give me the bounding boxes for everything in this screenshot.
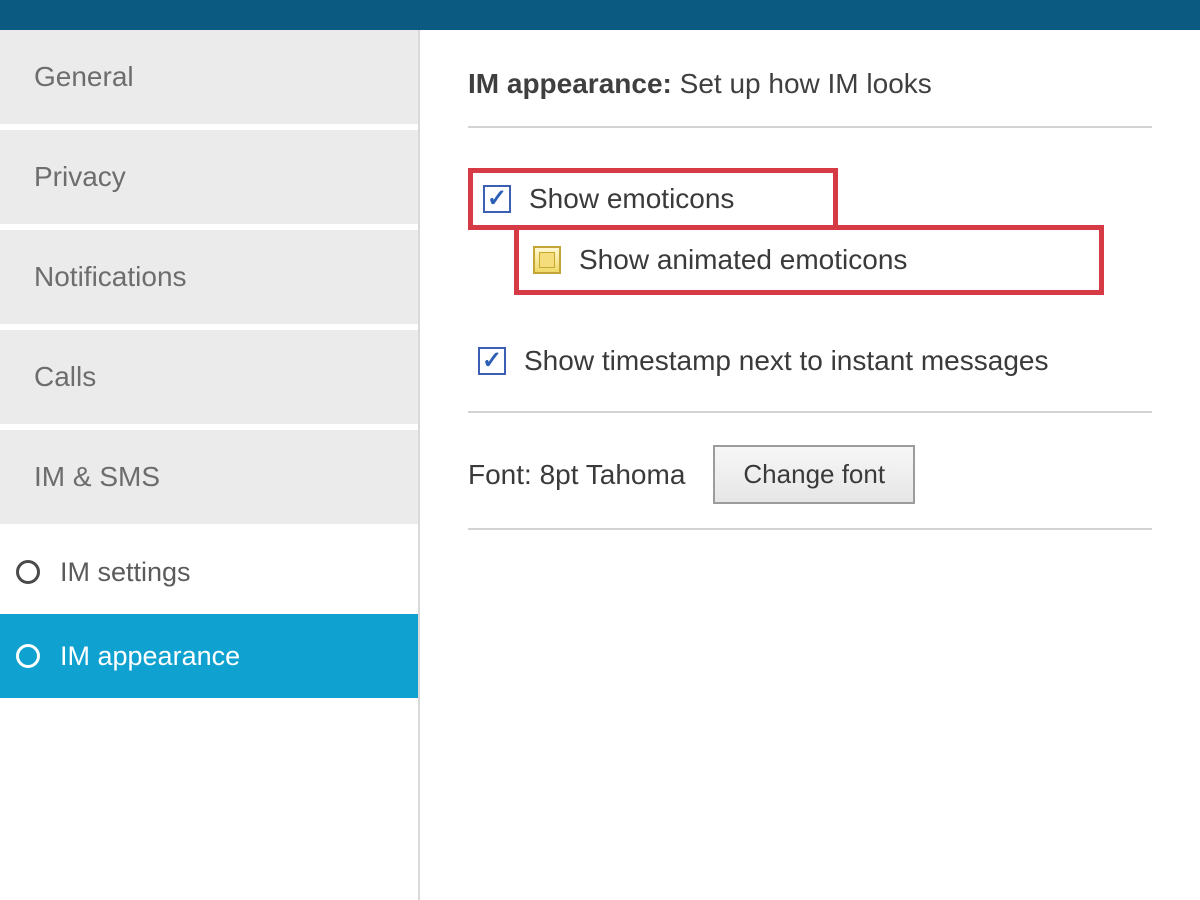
option-label: Show timestamp next to instant messages <box>524 345 1048 377</box>
settings-main-panel: IM appearance: Set up how IM looks Show … <box>420 30 1200 900</box>
option-label: Show emoticons <box>529 183 734 215</box>
font-value: 8pt Tahoma <box>540 459 686 490</box>
divider <box>468 411 1152 413</box>
sidebar-item-label: Notifications <box>34 261 187 293</box>
sidebar-subitem-im-settings[interactable]: IM settings <box>0 530 418 614</box>
option-label: Show animated emoticons <box>579 244 907 276</box>
settings-sidebar: General Privacy Notifications Calls IM &… <box>0 30 420 900</box>
font-row: Font: 8pt Tahoma Change font <box>468 437 1152 530</box>
sidebar-item-label: Privacy <box>34 161 126 193</box>
sidebar-item-im-sms[interactable]: IM & SMS <box>0 430 418 530</box>
emoticons-options: Show emoticons Show animated emoticons <box>468 162 1152 307</box>
sidebar-item-general[interactable]: General <box>0 30 418 130</box>
sidebar-subitem-label: IM settings <box>60 557 191 588</box>
circle-icon <box>16 560 40 584</box>
sidebar-item-label: General <box>34 61 134 93</box>
section-header: IM appearance: Set up how IM looks <box>468 68 1152 128</box>
checkbox-checked-icon[interactable] <box>483 185 511 213</box>
font-prefix: Font: <box>468 459 540 490</box>
sidebar-subitem-label: IM appearance <box>60 641 240 672</box>
option-show-emoticons[interactable]: Show emoticons <box>473 173 833 225</box>
highlight-show-emoticons: Show emoticons <box>468 168 838 230</box>
sidebar-item-privacy[interactable]: Privacy <box>0 130 418 230</box>
checkbox-checked-icon[interactable] <box>478 347 506 375</box>
sidebar-item-calls[interactable]: Calls <box>0 330 418 430</box>
sidebar-item-label: IM & SMS <box>34 461 160 493</box>
section-description: Set up how IM looks <box>672 68 932 99</box>
circle-icon <box>16 644 40 668</box>
section-title: IM appearance: <box>468 68 672 99</box>
sidebar-item-label: Calls <box>34 361 96 393</box>
window-titlebar <box>0 0 1200 30</box>
highlight-show-animated-emoticons: Show animated emoticons <box>514 225 1104 295</box>
checkbox-mixed-icon[interactable] <box>533 246 561 274</box>
font-label: Font: 8pt Tahoma <box>468 459 685 491</box>
option-show-animated-emoticons[interactable]: Show animated emoticons <box>519 230 1099 290</box>
change-font-button[interactable]: Change font <box>713 445 915 504</box>
sidebar-subitem-im-appearance[interactable]: IM appearance <box>0 614 418 698</box>
sidebar-item-notifications[interactable]: Notifications <box>0 230 418 330</box>
option-show-timestamp[interactable]: Show timestamp next to instant messages <box>468 335 1152 387</box>
settings-container: General Privacy Notifications Calls IM &… <box>0 30 1200 900</box>
